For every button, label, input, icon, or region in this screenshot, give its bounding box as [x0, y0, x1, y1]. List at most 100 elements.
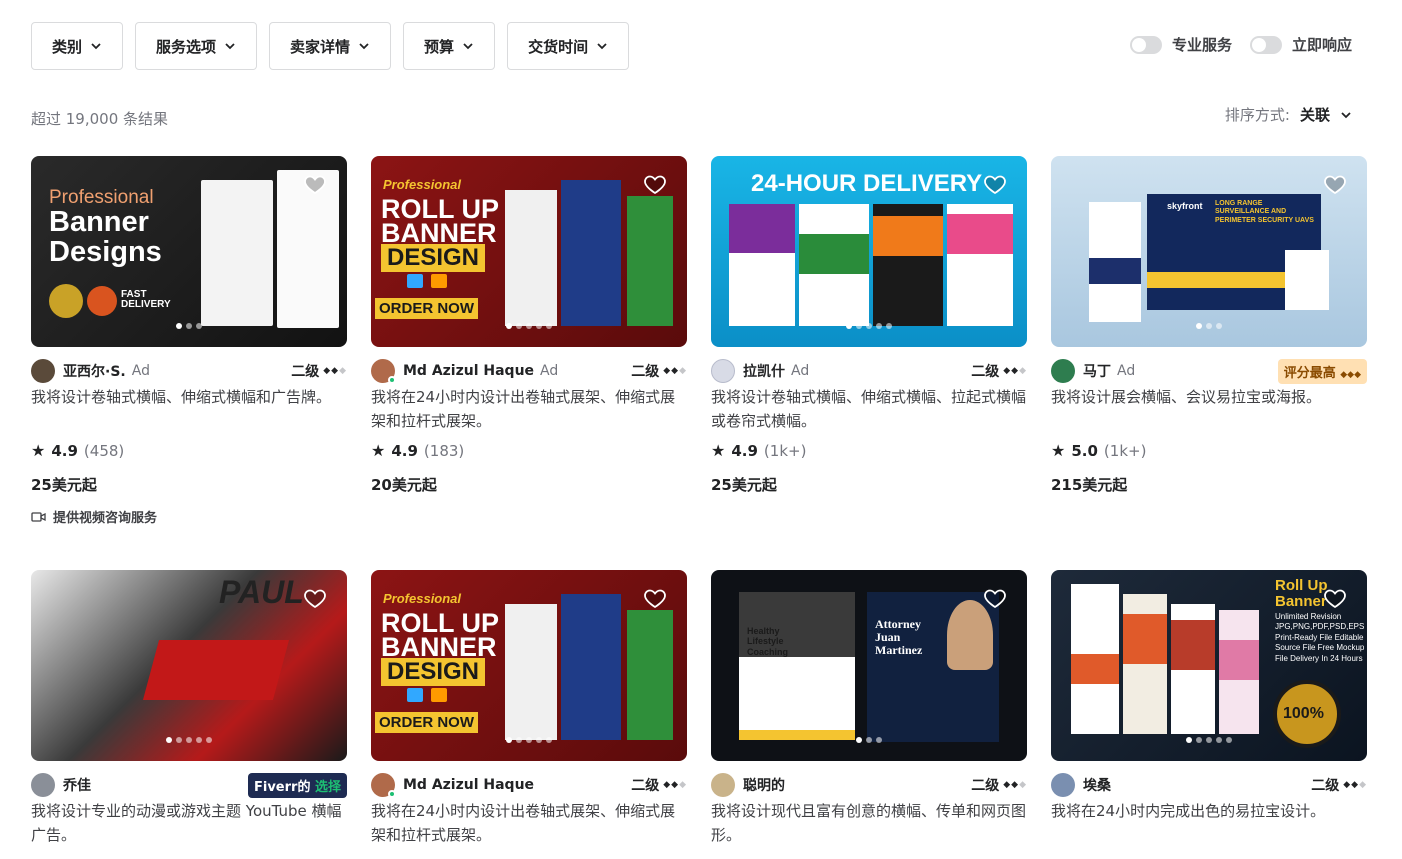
- fiverr-choice-label: 选择: [314, 780, 341, 795]
- gig-thumbnail[interactable]: Professional ROLL UP BANNER DESIGN ORDER…: [371, 156, 687, 347]
- seller-name[interactable]: 埃桑: [1083, 775, 1111, 795]
- banner-mockup: [201, 180, 273, 326]
- gig-card[interactable]: PAUL 乔佳 Fiverr的 选择 我将设计专业的动漫或游戏主题 YouTub…: [31, 570, 347, 847]
- avatar[interactable]: [31, 359, 55, 383]
- seller-name[interactable]: 拉凯什: [743, 361, 785, 381]
- seller-row: 埃桑 二级 ◆◆◆: [1051, 773, 1367, 797]
- gig-title[interactable]: 我将在24小时内设计出卷轴式展架、伸缩式展架和拉杆式展架。: [371, 385, 687, 433]
- carousel-dots[interactable]: [506, 323, 552, 329]
- avatar[interactable]: [1051, 773, 1075, 797]
- gig-thumbnail[interactable]: Roll Up Banner Unlimited Revision JPG,PN…: [1051, 570, 1367, 761]
- heart-icon[interactable]: [983, 586, 1007, 610]
- video-icon: [31, 511, 46, 522]
- seller-level: 二级 ◆◆◆: [1311, 775, 1367, 795]
- seller-name[interactable]: 亚西尔·S.: [63, 361, 126, 381]
- seller-name[interactable]: Md Azizul Haque: [403, 777, 534, 793]
- gig-price[interactable]: 215美元起: [1051, 474, 1367, 495]
- heart-icon[interactable]: [1323, 172, 1347, 196]
- heart-icon[interactable]: [643, 586, 667, 610]
- gig-thumbnail[interactable]: Professional ROLL UP BANNER DESIGN ORDER…: [371, 570, 687, 761]
- chevron-down-icon: [463, 43, 473, 50]
- gig-card[interactable]: Professional Banner Designs FAST DELIVER…: [31, 156, 347, 526]
- carousel-dots[interactable]: [846, 323, 892, 329]
- gig-title[interactable]: 我将设计专业的动漫或游戏主题 YouTube 横幅广告。: [31, 799, 347, 847]
- banner-mockup: [873, 204, 943, 326]
- seller-name[interactable]: 马丁: [1083, 361, 1111, 381]
- instant-response-label: 立即响应: [1291, 36, 1352, 54]
- toggle-group: 专业服务 立即响应: [1129, 34, 1360, 55]
- thumb-text: PAUL: [219, 574, 304, 610]
- gig-price[interactable]: 25美元起: [31, 474, 347, 495]
- banner-mockup: [505, 190, 557, 326]
- video-consult-label: 提供视频咨询服务: [53, 511, 158, 526]
- carousel-dots[interactable]: [1196, 323, 1222, 329]
- seller-level: 二级 ◆◆◆: [971, 775, 1027, 795]
- banner-mockup: [947, 204, 1013, 326]
- carousel-dots[interactable]: [506, 737, 552, 743]
- level-label: 二级: [971, 364, 1000, 380]
- gig-card[interactable]: Healthy Lifestyle Coaching Attorney Juan…: [711, 570, 1027, 847]
- gig-title[interactable]: 我将设计卷轴式横幅、伸缩式横幅、拉起式横幅或卷帘式横幅。: [711, 385, 1027, 433]
- portrait-image: [947, 600, 993, 670]
- seller-name[interactable]: 聪明的: [743, 775, 785, 795]
- seller-name[interactable]: Md Azizul Haque: [403, 363, 534, 379]
- thumb-text: DESIGN: [381, 244, 486, 272]
- heart-icon[interactable]: [983, 172, 1007, 196]
- gig-thumbnail[interactable]: Professional Banner Designs FAST DELIVER…: [31, 156, 347, 347]
- avatar[interactable]: [31, 773, 55, 797]
- filter-category-label: 类别: [52, 37, 83, 56]
- gig-card[interactable]: 24-HOUR DELIVERY 拉凯什 Ad 二级 ◆◆◆ 我将设计卷轴式横幅、…: [711, 156, 1027, 495]
- gig-title[interactable]: 我将在24小时内设计出卷轴式展架、伸缩式展架和拉杆式展架。: [371, 799, 687, 847]
- rating-count: (1k+): [763, 441, 807, 460]
- gig-card[interactable]: skyfront LONG RANGE SURVEILLANCE AND PER…: [1051, 156, 1367, 495]
- star-icon: ★: [371, 441, 386, 460]
- carousel-dots[interactable]: [1186, 737, 1232, 743]
- fiverr-choice-prefix: Fiverr的: [254, 780, 311, 795]
- heart-icon[interactable]: [1323, 586, 1347, 610]
- gig-card[interactable]: Professional ROLL UP BANNER DESIGN ORDER…: [371, 156, 687, 495]
- avatar[interactable]: [371, 359, 396, 384]
- gig-price[interactable]: 25美元起: [711, 474, 1027, 495]
- instant-response-toggle[interactable]: [1249, 35, 1282, 54]
- heart-icon[interactable]: [303, 586, 327, 610]
- top-rated-label: 评分最高: [1283, 366, 1336, 381]
- gig-card[interactable]: Roll Up Banner Unlimited Revision JPG,PN…: [1051, 570, 1367, 847]
- avatar[interactable]: [711, 773, 735, 797]
- gig-card[interactable]: Professional ROLL UP BANNER DESIGN ORDER…: [371, 570, 687, 847]
- gig-title[interactable]: 我将设计卷轴式横幅、伸缩式横幅和广告牌。: [31, 385, 347, 433]
- gig-thumbnail[interactable]: 24-HOUR DELIVERY: [711, 156, 1027, 347]
- sort-label: 排序方式:: [1224, 106, 1290, 124]
- thumb-text: ORDER NOW: [375, 298, 478, 319]
- carousel-dots[interactable]: [856, 737, 882, 743]
- avatar[interactable]: [1051, 359, 1075, 383]
- star-icon: ★: [711, 441, 726, 460]
- gig-price[interactable]: 20美元起: [371, 474, 687, 495]
- seller-row: 拉凯什 Ad 二级 ◆◆◆: [711, 359, 1027, 383]
- filter-budget-button[interactable]: 预算: [403, 22, 496, 70]
- gig-thumbnail[interactable]: Healthy Lifestyle Coaching Attorney Juan…: [711, 570, 1027, 761]
- banner-mockup: [1071, 584, 1119, 734]
- gig-title[interactable]: 我将设计现代且富有创意的横幅、传单和网页图形。: [711, 799, 1027, 847]
- photoshop-icon: [407, 274, 423, 288]
- filter-service-options-button[interactable]: 服务选项: [135, 22, 258, 70]
- level-diamonds-icon: ◆◆◆: [323, 366, 347, 376]
- avatar[interactable]: [711, 359, 735, 383]
- gig-title[interactable]: 我将在24小时内完成出色的易拉宝设计。: [1051, 799, 1367, 847]
- avatar[interactable]: [371, 773, 396, 798]
- filter-delivery-time-button[interactable]: 交货时间: [507, 22, 630, 70]
- gig-thumbnail[interactable]: skyfront LONG RANGE SURVEILLANCE AND PER…: [1051, 156, 1367, 347]
- heart-icon[interactable]: [303, 172, 327, 196]
- pro-services-label: 专业服务: [1171, 36, 1232, 54]
- filter-seller-details-button[interactable]: 卖家详情: [269, 22, 392, 70]
- seal-percent: 100%: [1283, 705, 1324, 722]
- pro-services-toggle[interactable]: [1129, 35, 1162, 54]
- filter-category-button[interactable]: 类别: [31, 22, 124, 70]
- carousel-dots[interactable]: [176, 323, 202, 329]
- seller-name[interactable]: 乔佳: [63, 775, 91, 795]
- banner-mockup: [505, 604, 557, 740]
- carousel-dots[interactable]: [166, 737, 212, 743]
- gig-thumbnail[interactable]: PAUL: [31, 570, 347, 761]
- gig-title[interactable]: 我将设计展会横幅、会议易拉宝或海报。: [1051, 385, 1367, 433]
- sort-control[interactable]: 排序方式: 关联: [1225, 104, 1352, 125]
- heart-icon[interactable]: [643, 172, 667, 196]
